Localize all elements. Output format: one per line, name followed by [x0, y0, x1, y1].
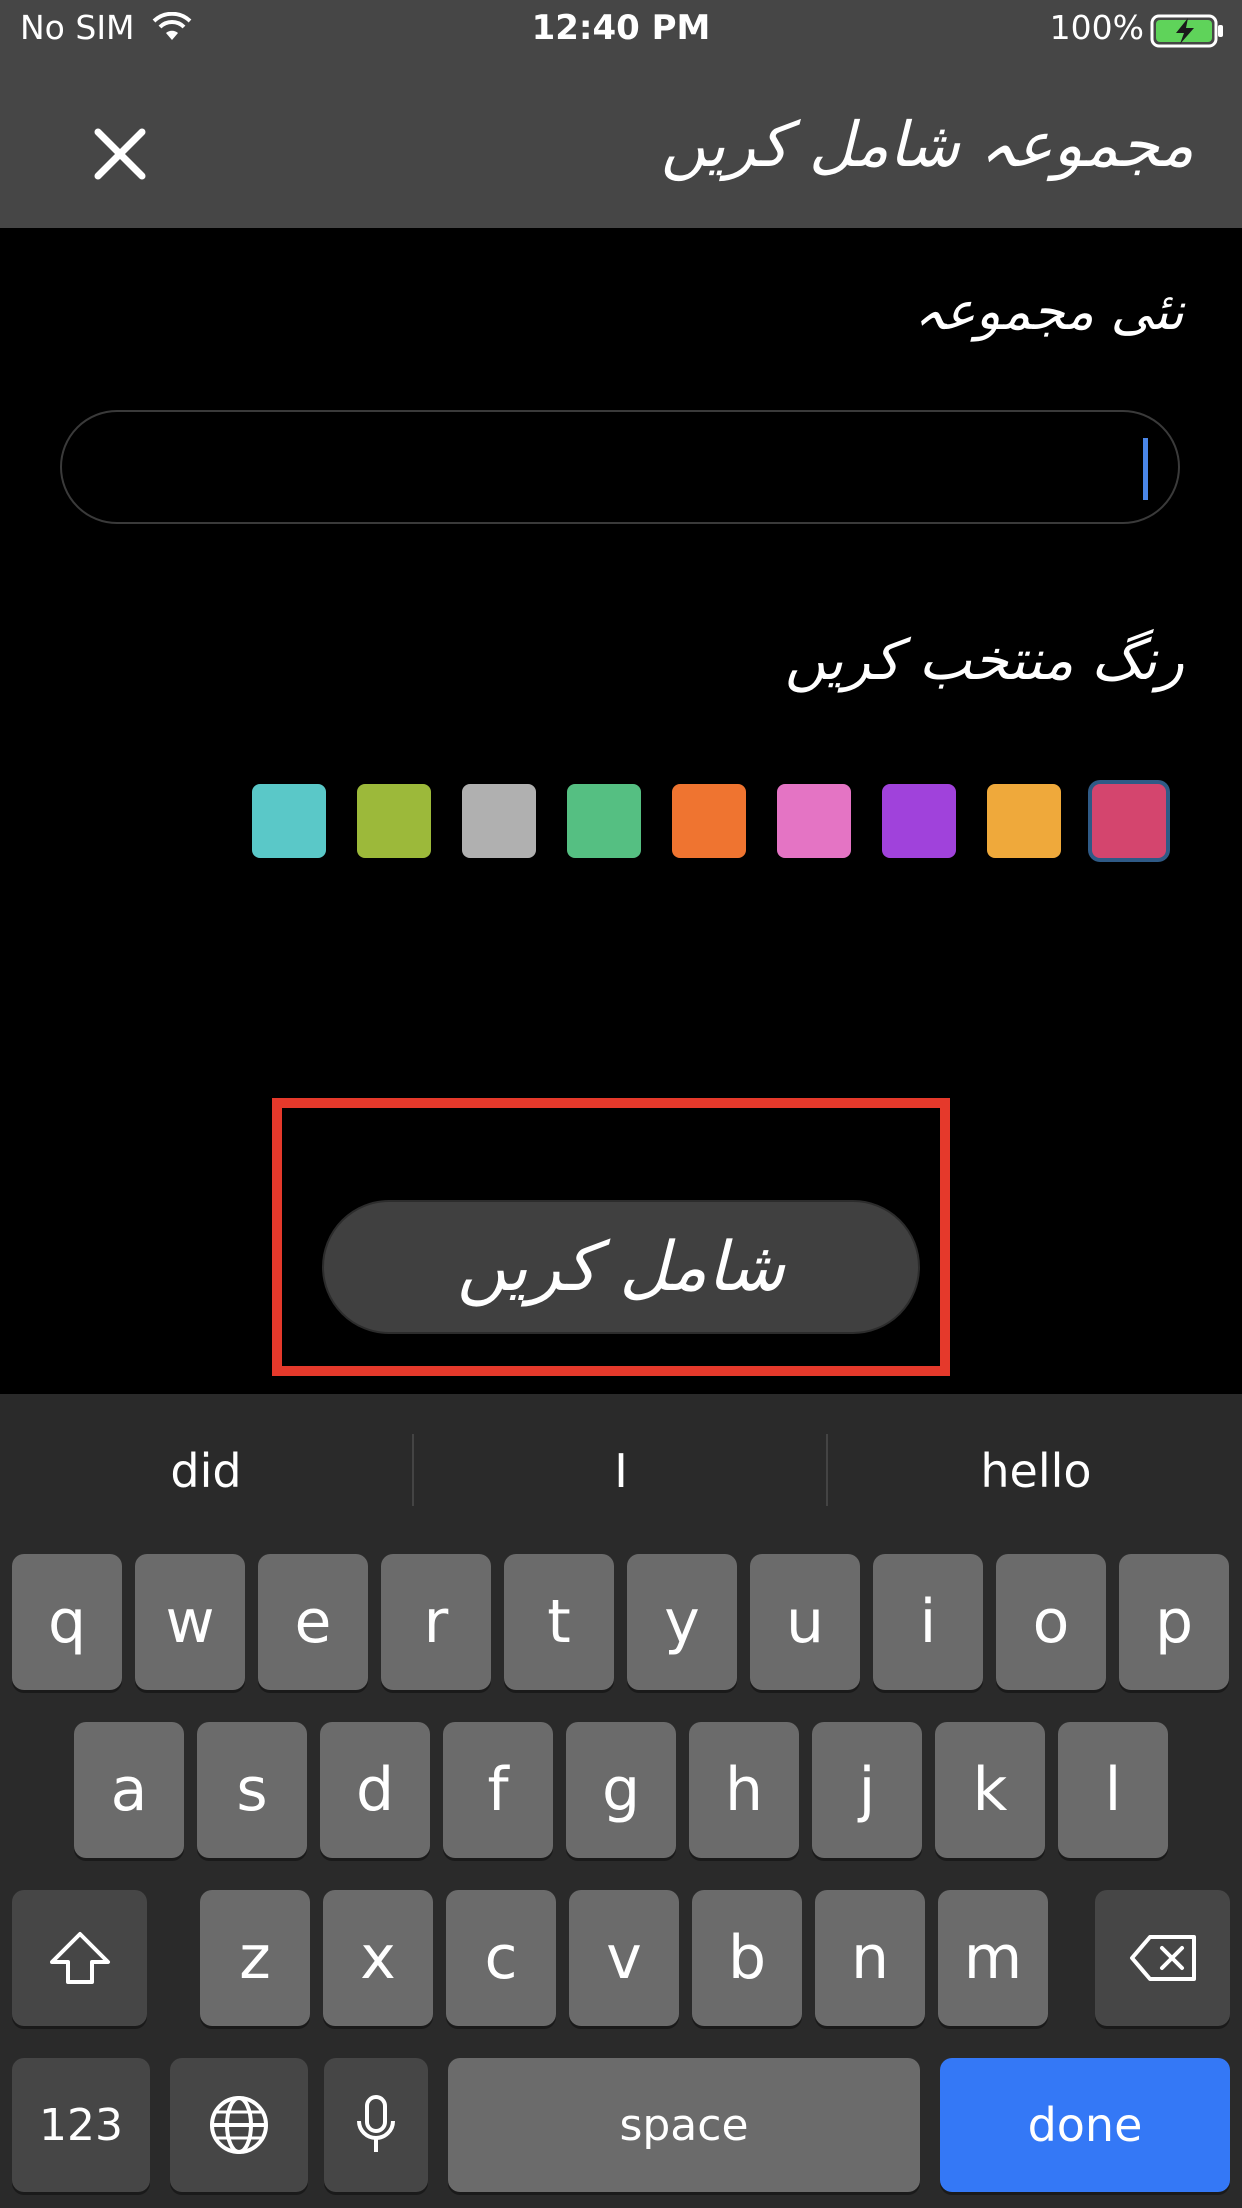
- close-icon: [94, 128, 146, 180]
- key-x[interactable]: x: [323, 1890, 433, 2026]
- key-l[interactable]: l: [1058, 1722, 1168, 1858]
- color-swatch[interactable]: [567, 784, 641, 858]
- color-swatch[interactable]: [987, 784, 1061, 858]
- key-f[interactable]: f: [443, 1722, 553, 1858]
- backspace-key[interactable]: [1095, 1890, 1230, 2026]
- key-t[interactable]: t: [504, 1554, 614, 1690]
- color-swatch[interactable]: [672, 784, 746, 858]
- add-button-label: شامل کریں: [457, 1227, 785, 1307]
- key-e[interactable]: e: [258, 1554, 368, 1690]
- key-d[interactable]: d: [320, 1722, 430, 1858]
- suggestion-2[interactable]: I: [421, 1444, 821, 1498]
- keyboard: did I hello qwertyuiop asdfghjkl zxcvbnm 1…: [0, 1394, 1242, 2208]
- globe-key[interactable]: [170, 2058, 308, 2192]
- new-collection-label: نئی مجموعہ: [914, 282, 1184, 342]
- close-button[interactable]: [82, 116, 158, 192]
- suggestion-1[interactable]: did: [6, 1444, 406, 1498]
- key-o[interactable]: o: [996, 1554, 1106, 1690]
- suggestion-divider: [412, 1434, 414, 1506]
- key-j[interactable]: j: [812, 1722, 922, 1858]
- dictation-key[interactable]: [324, 2058, 428, 2192]
- color-swatch[interactable]: [252, 784, 326, 858]
- backspace-icon: [1129, 1935, 1196, 1981]
- key-r[interactable]: r: [381, 1554, 491, 1690]
- key-b[interactable]: b: [692, 1890, 802, 2026]
- key-y[interactable]: y: [627, 1554, 737, 1690]
- page-title: مجموعہ شامل کریں: [660, 108, 1194, 181]
- key-q[interactable]: q: [12, 1554, 122, 1690]
- key-m[interactable]: m: [938, 1890, 1048, 2026]
- suggestion-3[interactable]: hello: [836, 1444, 1236, 1498]
- key-s[interactable]: s: [197, 1722, 307, 1858]
- battery-percent: 100%: [1049, 8, 1144, 47]
- add-button[interactable]: شامل کریں: [322, 1200, 920, 1334]
- collection-name-field[interactable]: [60, 410, 1180, 524]
- key-p[interactable]: p: [1119, 1554, 1229, 1690]
- numbers-key[interactable]: 123: [12, 2058, 150, 2192]
- choose-color-label: رنگ منتخب کریں: [784, 628, 1184, 693]
- color-swatch[interactable]: [357, 784, 431, 858]
- key-h[interactable]: h: [689, 1722, 799, 1858]
- done-key[interactable]: done: [940, 2058, 1230, 2192]
- color-swatch[interactable]: [1092, 784, 1166, 858]
- key-a[interactable]: a: [74, 1722, 184, 1858]
- battery-charging-icon: [1150, 14, 1223, 48]
- key-n[interactable]: n: [815, 1890, 925, 2026]
- suggestion-divider: [826, 1434, 828, 1506]
- globe-icon: [210, 2096, 268, 2154]
- color-swatch[interactable]: [777, 784, 851, 858]
- space-key[interactable]: space: [448, 2058, 920, 2192]
- key-k[interactable]: k: [935, 1722, 1045, 1858]
- key-i[interactable]: i: [873, 1554, 983, 1690]
- shift-icon: [49, 1932, 110, 1984]
- key-g[interactable]: g: [566, 1722, 676, 1858]
- status-bar: No SIM 12:40 PM 100%: [0, 0, 1242, 64]
- key-u[interactable]: u: [750, 1554, 860, 1690]
- key-w[interactable]: w: [135, 1554, 245, 1690]
- key-v[interactable]: v: [569, 1890, 679, 2026]
- key-c[interactable]: c: [446, 1890, 556, 2026]
- shift-key[interactable]: [12, 1890, 147, 2026]
- nav-bar: مجموعہ شامل کریں: [0, 64, 1242, 228]
- text-caret: [1143, 438, 1148, 500]
- key-z[interactable]: z: [200, 1890, 310, 2026]
- color-swatch[interactable]: [462, 784, 536, 858]
- collection-name-input[interactable]: [102, 436, 1108, 502]
- microphone-icon: [357, 2095, 395, 2152]
- color-swatch[interactable]: [882, 784, 956, 858]
